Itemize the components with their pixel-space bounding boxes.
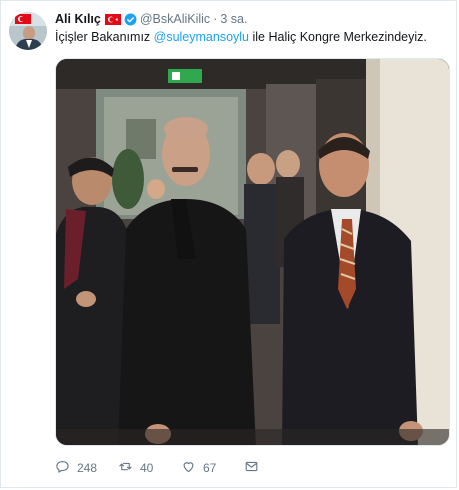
like-count: 67 [203,461,217,475]
direct-message-button[interactable] [244,459,259,477]
tweet-header: Ali Kılıç @BskAliKilic · 3 sa. [55,10,247,28]
like-icon [181,459,196,477]
tweet-actions: 248 40 67 [55,458,259,478]
direct-message-icon [244,459,259,477]
display-name[interactable]: Ali Kılıç [55,12,101,26]
retweet-icon [118,459,133,477]
timestamp[interactable]: 3 sa. [220,12,247,26]
like-button[interactable]: 67 [181,459,244,477]
tweet-text: İçişler Bakanımız @suleymansoylu ile Hal… [55,30,427,44]
user-handle[interactable]: @BskAliKilic [140,12,210,26]
separator-dot: · [213,12,218,26]
tweet-text-before: İçişler Bakanımız [55,30,154,44]
retweet-count: 40 [140,461,154,475]
reply-icon [55,459,70,477]
avatar[interactable] [9,12,47,50]
tweet-photo[interactable] [55,58,450,446]
reply-count: 248 [77,461,98,475]
mention-link[interactable]: @suleymansoylu [154,30,249,44]
tweet-text-after: ile Haliç Kongre Merkezindeyiz. [249,30,427,44]
retweet-button[interactable]: 40 [118,459,181,477]
verified-badge-icon [124,13,137,26]
reply-button[interactable]: 248 [55,459,118,477]
turkey-flag-icon [104,13,121,25]
